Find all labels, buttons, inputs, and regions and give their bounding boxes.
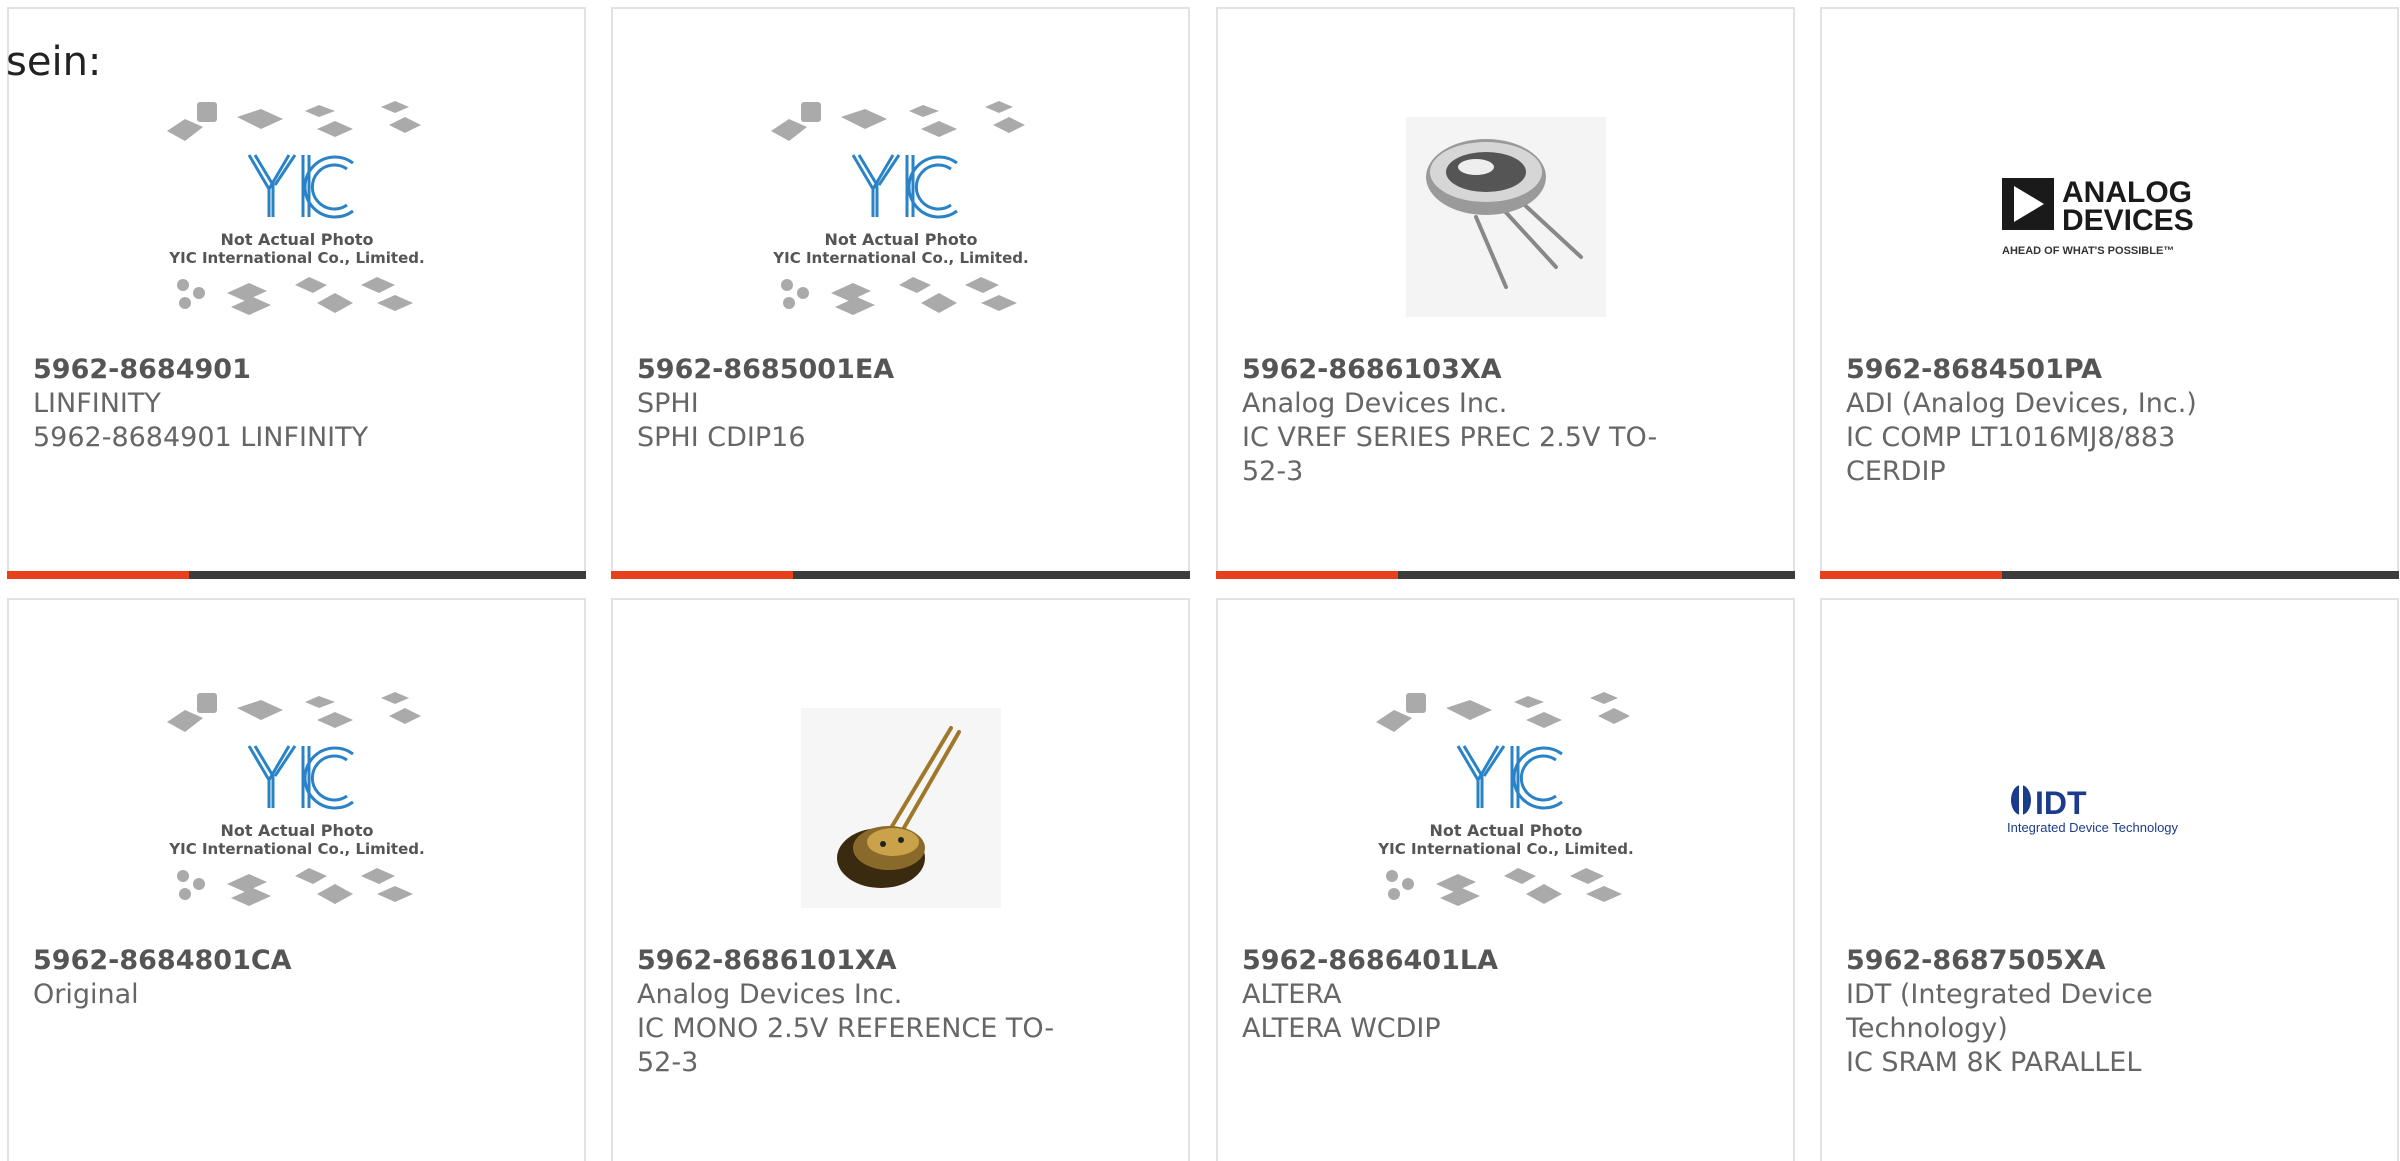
yic-logo-icon <box>247 745 354 810</box>
svg-text:DEVICES: DEVICES <box>2062 204 2194 237</box>
card-accent-bar <box>7 571 189 579</box>
product-image[interactable] <box>1218 81 1793 353</box>
part-number[interactable]: 5962-8686401LA <box>1242 944 1672 978</box>
product-card-5962-8684501PA[interactable]: ANALOG DEVICES AHEAD OF WHAT'S POSSIBLE™ 5… <box>1820 7 2399 579</box>
product-info: 5962-8686401LA ALTERA ALTERA WCDIP <box>1242 944 1672 1046</box>
part-number[interactable]: 5962-8684501PA <box>1846 353 2276 387</box>
product-card-5962-8686401LA[interactable]: Not Actual Photo YIC International Co., L… <box>1216 598 1795 1161</box>
product-info: 5962-8686103XA Analog Devices Inc. IC VR… <box>1242 353 1672 489</box>
manufacturer: Analog Devices Inc. <box>1242 388 1508 419</box>
yic-logo-icon <box>1456 745 1563 810</box>
card-accent-bar <box>1216 571 1398 579</box>
product-card-5962-8687505XA[interactable]: IDT Integrated Device Technology 5962-868… <box>1820 598 2399 1161</box>
placeholder-icon: Not Actual PhotoYIC International Co., L… <box>1375 692 1633 906</box>
product-image[interactable]: Not Actual Photo YIC International Co., L… <box>9 81 584 353</box>
yic-logo-icon <box>851 154 958 219</box>
product-image[interactable]: Not Actual Photo YIC International Co., L… <box>1218 672 1793 944</box>
placeholder-caption-1: Not Actual Photo <box>220 230 373 249</box>
part-number[interactable]: 5962-8684801CA <box>33 944 463 978</box>
part-number[interactable]: 5962-8687505XA <box>1846 944 2276 978</box>
card-bottom-bar <box>1216 571 1795 579</box>
product-card-5962-8684901[interactable]: Not Actual Photo YIC International Co., L… <box>7 7 586 579</box>
product-info: 5962-8684801CA Original <box>33 944 463 1012</box>
card-bottom-bar <box>7 571 586 579</box>
manufacturer: LINFINITY <box>33 388 161 419</box>
description: SPHI CDIP16 <box>637 422 806 453</box>
product-image[interactable]: Not Actual Photo YIC International Co., L… <box>613 81 1188 353</box>
placeholder-icon: Not Actual PhotoYIC International Co., L… <box>770 101 1028 315</box>
product-card-5962-8684801CA[interactable]: Not Actual Photo YIC International Co., L… <box>7 598 586 1161</box>
part-number[interactable]: 5962-8686101XA <box>637 944 1067 978</box>
product-image[interactable] <box>613 672 1188 944</box>
placeholder-caption-2: YIC International Co., Limited. <box>168 840 424 858</box>
manufacturer: ALTERA <box>1242 979 1342 1010</box>
to-can-transistor-photo <box>1405 117 1606 317</box>
product-image[interactable]: ANALOG DEVICES AHEAD OF WHAT'S POSSIBLE™ <box>1822 81 2397 353</box>
svg-text:IDT: IDT <box>2035 785 2087 821</box>
product-info: 5962-8685001EA SPHI SPHI CDIP16 <box>637 353 1067 455</box>
placeholder-caption-2: YIC International Co., Limited. <box>168 249 424 267</box>
placeholder-icon: Not Actual PhotoYIC International Co., L… <box>166 692 424 906</box>
product-info: 5962-8686101XA Analog Devices Inc. IC MO… <box>637 944 1067 1080</box>
svg-text:Integrated Device Technology: Integrated Device Technology <box>2007 820 2179 835</box>
product-info: 5962-8684901 LINFINITY 5962-8684901 LINF… <box>33 353 463 455</box>
description: IC COMP LT1016MJ8/883 CERDIP <box>1846 422 2176 487</box>
manufacturer: Analog Devices Inc. <box>637 979 903 1010</box>
to52-component-photo <box>800 708 1001 908</box>
page-heading: sein: <box>6 39 102 85</box>
placeholder-caption-1: Not Actual Photo <box>220 821 373 840</box>
placeholder-caption-2: YIC International Co., Limited. <box>772 249 1028 267</box>
product-card-5962-8685001EA[interactable]: Not Actual Photo YIC International Co., L… <box>611 7 1190 579</box>
placeholder-icon: Not Actual PhotoYIC International Co., L… <box>166 101 424 315</box>
product-info: 5962-8687505XA IDT (Integrated Device Te… <box>1846 944 2276 1080</box>
manufacturer: ADI (Analog Devices, Inc.) <box>1846 388 2197 419</box>
description: IC VREF SERIES PREC 2.5V TO-52-3 <box>1242 422 1658 487</box>
part-number[interactable]: 5962-8686103XA <box>1242 353 1672 387</box>
card-accent-bar <box>611 571 793 579</box>
placeholder-caption-2: YIC International Co., Limited. <box>1377 840 1633 858</box>
card-bottom-bar <box>611 571 1190 579</box>
part-number[interactable]: 5962-8685001EA <box>637 353 1067 387</box>
product-image[interactable]: Not Actual Photo YIC International Co., L… <box>9 672 584 944</box>
card-bottom-bar <box>1820 571 2399 579</box>
manufacturer: SPHI <box>637 388 699 419</box>
description: 5962-8684901 LINFINITY <box>33 422 369 453</box>
manufacturer: Original <box>33 979 139 1010</box>
product-card-5962-8686101XA[interactable]: 5962-8686101XA Analog Devices Inc. IC MO… <box>611 598 1190 1161</box>
manufacturer: IDT (Integrated Device Technology) <box>1846 979 2153 1044</box>
description: IC SRAM 8K PARALLEL <box>1846 1047 2142 1078</box>
product-grid-page: sein: Not Actual Photo YIC International … <box>0 0 2400 1161</box>
yic-logo-icon <box>247 154 354 219</box>
card-accent-bar <box>1820 571 2002 579</box>
placeholder-caption-1: Not Actual Photo <box>824 230 977 249</box>
description: IC MONO 2.5V REFERENCE TO-52-3 <box>637 1013 1055 1078</box>
idt-logo-icon: IDTIntegrated Device Technology <box>2007 784 2179 835</box>
product-info: 5962-8684501PA ADI (Analog Devices, Inc.… <box>1846 353 2276 489</box>
svg-text:AHEAD OF WHAT'S POSSIBLE™: AHEAD OF WHAT'S POSSIBLE™ <box>2002 245 2174 257</box>
analog-devices-logo-icon: ANALOGDEVICESAHEAD OF WHAT'S POSSIBLE™ <box>2001 176 2194 257</box>
product-image[interactable]: IDT Integrated Device Technology <box>1822 672 2397 944</box>
description: ALTERA WCDIP <box>1242 1013 1441 1044</box>
part-number[interactable]: 5962-8684901 <box>33 353 463 387</box>
product-card-5962-8686103XA[interactable]: 5962-8686103XA Analog Devices Inc. IC VR… <box>1216 7 1795 579</box>
placeholder-caption-1: Not Actual Photo <box>1429 821 1582 840</box>
